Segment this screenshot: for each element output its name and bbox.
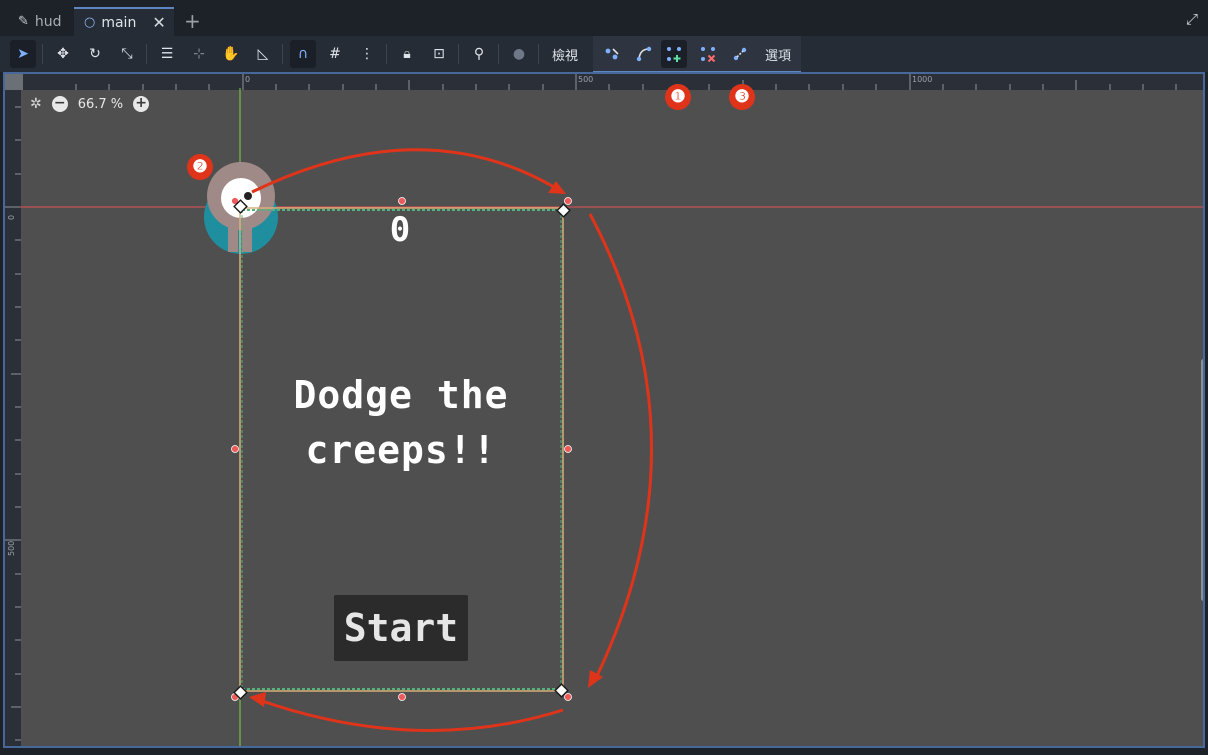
vertical-scrollbar[interactable]: [1201, 359, 1203, 601]
add-tab-icon[interactable]: +: [184, 9, 201, 33]
group-icon: ⊡: [433, 46, 445, 62]
toolbar-separator: [386, 44, 387, 64]
move-mode-button[interactable]: ✥: [50, 40, 76, 68]
script-icon: ✎: [18, 14, 29, 29]
magnet-icon: ∩: [297, 46, 309, 62]
rotate-icon: ↻: [89, 46, 101, 62]
rotate-mode-button[interactable]: ↻: [82, 40, 108, 68]
select-mode-button[interactable]: ➤: [10, 40, 36, 68]
toolbar-separator: [146, 44, 147, 64]
pivot-mode-button[interactable]: ⊹: [186, 40, 212, 68]
close-tab-icon[interactable]: ✕: [152, 13, 165, 32]
camera-icon: ●: [512, 46, 526, 62]
message-label: Dodge the creeps!!: [293, 373, 509, 472]
delete-point-button[interactable]: [695, 40, 721, 68]
select-points-button[interactable]: [599, 40, 625, 68]
toolbar-separator: [498, 44, 499, 64]
toolbar-separator: [42, 44, 43, 64]
options-menu[interactable]: 選項: [759, 40, 797, 68]
add-point-icon: [667, 47, 681, 62]
zoom-out-button[interactable]: −: [51, 96, 68, 112]
ruler-ticks: [75, 74, 1177, 90]
camera-override-button[interactable]: ●: [506, 40, 532, 68]
tab-main-label: main: [101, 14, 137, 31]
add-point-button[interactable]: [661, 40, 687, 68]
tab-hud-label: hud: [34, 13, 62, 30]
node-circle-icon: ○: [84, 15, 96, 30]
lock-icon: 🔒︎: [403, 46, 411, 62]
toolbar-separator: [538, 44, 539, 64]
delete-point-icon: [701, 47, 716, 62]
scene-tab-bar: ✎ hud ○ main ✕ + ⤢: [0, 0, 1208, 36]
edit-curve-button[interactable]: [631, 40, 657, 68]
group-button[interactable]: ⊡: [426, 40, 452, 68]
zoom-in-button[interactable]: +: [133, 96, 150, 112]
kebab-menu-icon: ⋮: [360, 46, 374, 62]
toolbar-separator: [282, 44, 283, 64]
close-curve-button[interactable]: [727, 40, 753, 68]
canvas-viewport[interactable]: 0 500 1000 0 500: [3, 72, 1205, 748]
tab-hud[interactable]: ✎ hud: [8, 7, 72, 36]
lock-button[interactable]: 🔒︎: [394, 40, 420, 68]
ruler-mode-button[interactable]: ◺: [250, 40, 276, 68]
scale-icon: ⤡: [121, 46, 133, 62]
select-points-icon: [605, 48, 619, 60]
pan-mode-button[interactable]: ✋: [218, 40, 244, 68]
grid-icon: #: [329, 46, 341, 62]
list-select-icon: ☰: [160, 46, 174, 62]
polygon-edit-toolbar: 選項: [593, 36, 801, 73]
start-button[interactable]: Start: [334, 595, 468, 661]
fullscreen-icon[interactable]: ⤢: [1186, 10, 1198, 28]
annotation-badge-2: ❷: [187, 154, 213, 180]
ruler-icon: ◺: [257, 46, 269, 62]
score-label: 0: [389, 210, 411, 250]
pivot-icon: ⊹: [193, 46, 205, 62]
smart-snap-button[interactable]: ∩: [290, 40, 316, 68]
ruler-label: 1000: [912, 75, 933, 84]
annotation-badge-1: ❶: [665, 84, 691, 110]
hand-icon: ✋: [222, 46, 240, 62]
annotation-badge-3: ❸: [729, 84, 755, 110]
vertical-ruler: 0 500: [5, 90, 21, 746]
scale-mode-button[interactable]: ⤡: [114, 40, 140, 68]
view-menu[interactable]: 檢視: [546, 40, 584, 68]
ruler-label: 0: [7, 214, 16, 220]
close-curve-icon: [733, 47, 747, 61]
grid-snap-button[interactable]: #: [322, 40, 348, 68]
tab-main[interactable]: ○ main ✕: [74, 7, 174, 36]
move-icon: ✥: [57, 46, 69, 62]
horizontal-ruler: 0 500 1000: [23, 74, 1203, 90]
bone-icon: ⚲: [473, 46, 485, 62]
skeleton-button[interactable]: ⚲: [466, 40, 492, 68]
center-view-icon[interactable]: ✲: [30, 96, 42, 112]
toolbar-separator: [458, 44, 459, 64]
zoom-controls: ✲ − 66.7 % +: [30, 96, 150, 112]
ruler-label: 500: [578, 75, 594, 84]
zoom-level[interactable]: 66.7 %: [78, 97, 123, 112]
list-select-button[interactable]: ☰: [154, 40, 180, 68]
ruler-ticks: [5, 106, 21, 741]
curve-icon: [636, 46, 652, 62]
ruler-label: 500: [7, 540, 16, 556]
snap-options-button[interactable]: ⋮: [354, 40, 380, 68]
pointer-icon: ➤: [17, 46, 29, 62]
ruler-label: 0: [245, 75, 251, 84]
ruler-corner: [5, 74, 23, 90]
